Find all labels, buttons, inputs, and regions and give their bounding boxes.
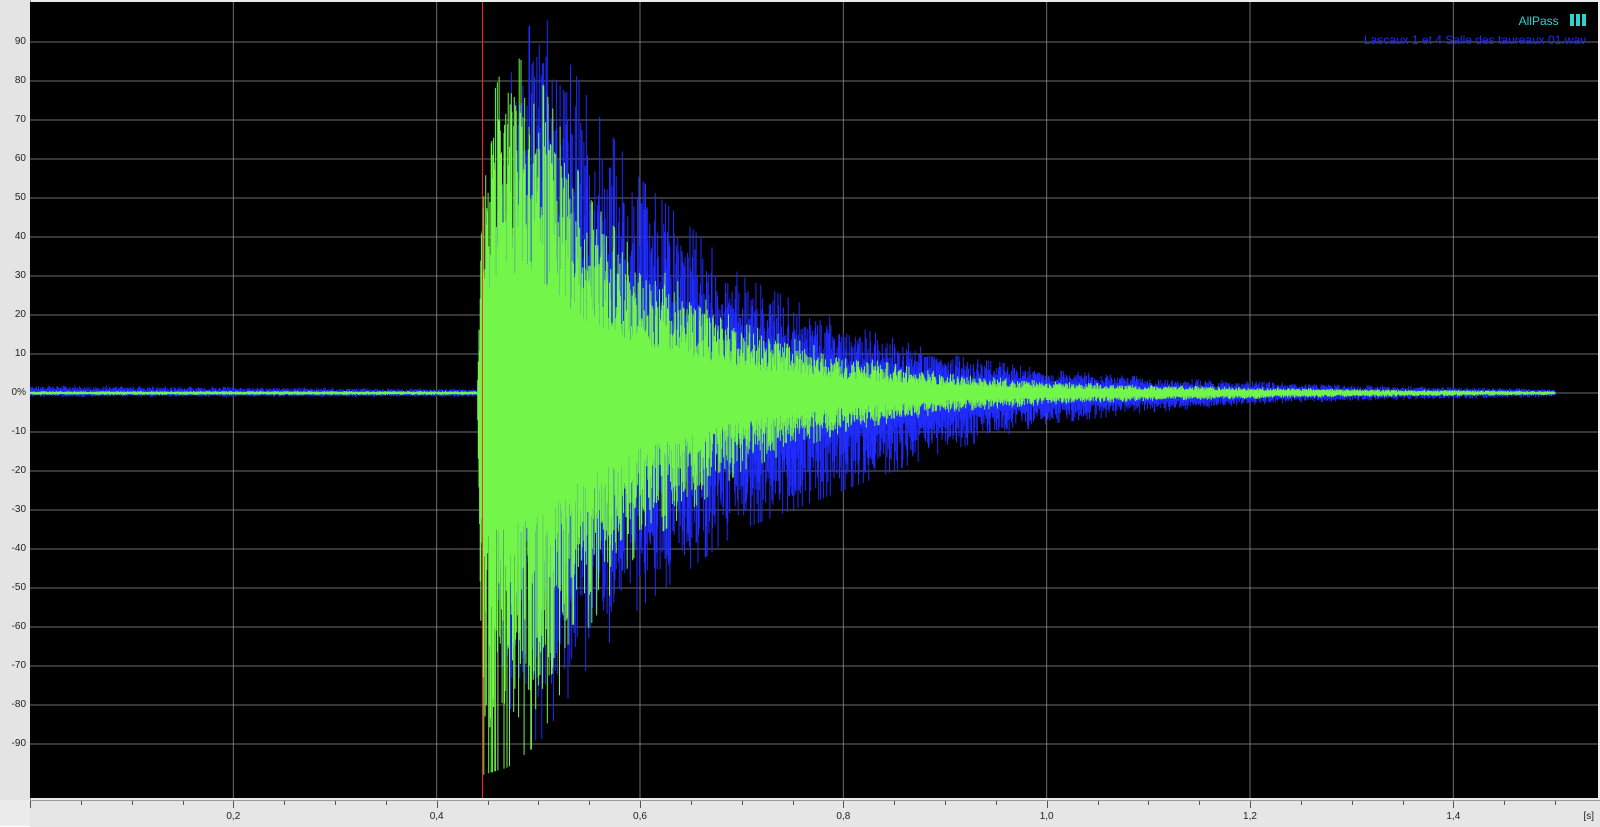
- y-tick-label: -60: [11, 621, 26, 632]
- y-tick-label: 30: [14, 270, 26, 281]
- y-tick-label: 10: [14, 348, 26, 359]
- x-tick-mark: [894, 801, 896, 805]
- x-tick-label: 0,2: [226, 811, 241, 822]
- y-tick-label: -10: [11, 426, 26, 437]
- legend-file-label: Lascaux 1 et 4 Salle des taureaux 01.wav: [1363, 32, 1586, 47]
- y-tick-label: 90: [14, 36, 26, 47]
- waveform-viewer: 90 80 70 60 50 40 30 20 10 0% -10 -20 -30 -40 -50 -60 -7…: [0, 0, 1600, 827]
- x-tick-mark: [690, 801, 692, 805]
- x-tick-mark: [30, 801, 31, 808]
- y-tick-label: -40: [11, 543, 26, 554]
- x-tick-mark: [487, 801, 489, 805]
- x-tick-mark: [131, 801, 133, 805]
- x-tick-mark: [80, 801, 82, 805]
- x-tick-mark: [233, 801, 235, 808]
- y-tick-label: -70: [11, 660, 26, 671]
- y-tick-label: 50: [14, 192, 26, 203]
- x-tick-mark: [995, 801, 997, 805]
- plot-area[interactable]: AllPass Lascaux 1 et 4 Salle des taureau…: [30, 2, 1598, 798]
- waveform-svg: [30, 2, 1598, 798]
- x-tick-mark: [1046, 801, 1048, 808]
- x-tick-mark: [1148, 801, 1150, 805]
- y-tick-label: 20: [14, 309, 26, 320]
- x-axis: [s] 0,2 0,4 0,6 0,8 1,0 1,2 1,4: [30, 800, 1600, 827]
- allpass-bars-icon: [1568, 13, 1586, 31]
- x-tick-mark: [945, 801, 946, 805]
- x-tick-mark: [284, 801, 286, 805]
- x-tick-label: 1,0: [1039, 811, 1054, 822]
- x-tick-label: 1,2: [1243, 811, 1257, 822]
- x-tick-mark: [1300, 801, 1302, 805]
- x-tick-mark: [1402, 801, 1404, 805]
- y-tick-label: -90: [11, 738, 26, 749]
- x-tick-mark: [335, 801, 336, 805]
- y-tick-label: -20: [11, 465, 26, 476]
- x-tick-mark: [538, 801, 540, 805]
- y-tick-label: 0%: [11, 387, 26, 398]
- y-tick-label: 70: [14, 114, 26, 125]
- legend-allpass: AllPass: [1364, 12, 1586, 31]
- y-tick-label: 60: [14, 153, 26, 164]
- y-tick-label: 80: [14, 75, 26, 86]
- x-tick-mark: [640, 801, 641, 808]
- x-tick-mark: [843, 801, 845, 808]
- y-tick-label: 40: [14, 231, 26, 242]
- y-tick-label: -80: [11, 699, 26, 710]
- x-tick-mark: [1250, 801, 1251, 808]
- x-axis-unit: [s]: [1583, 811, 1594, 822]
- x-tick-mark: [1199, 801, 1201, 805]
- x-tick-mark: [1555, 801, 1556, 805]
- x-tick-mark: [385, 801, 387, 805]
- y-tick-label: -50: [11, 582, 26, 593]
- x-tick-mark: [589, 801, 591, 805]
- x-tick-label: 0,6: [633, 811, 647, 822]
- x-tick-mark: [436, 801, 438, 808]
- x-tick-mark: [792, 801, 794, 805]
- x-tick-label: 0,8: [836, 811, 851, 822]
- x-tick-mark: [1351, 801, 1353, 805]
- x-tick-mark: [182, 801, 184, 805]
- legend: AllPass Lascaux 1 et 4 Salle des taureau…: [1364, 12, 1586, 49]
- y-axis: 90 80 70 60 50 40 30 20 10 0% -10 -20 -30 -40 -50 -60 -7…: [0, 0, 31, 800]
- legend-allpass-label: AllPass: [1518, 14, 1559, 28]
- x-tick-mark: [1097, 801, 1099, 805]
- y-tick-label: -30: [11, 504, 26, 515]
- x-tick-label: 1,4: [1446, 811, 1461, 822]
- x-tick-mark: [1453, 801, 1455, 808]
- x-tick-mark: [1504, 801, 1506, 805]
- x-tick-label: 0,4: [429, 811, 444, 822]
- x-tick-mark: [741, 801, 743, 805]
